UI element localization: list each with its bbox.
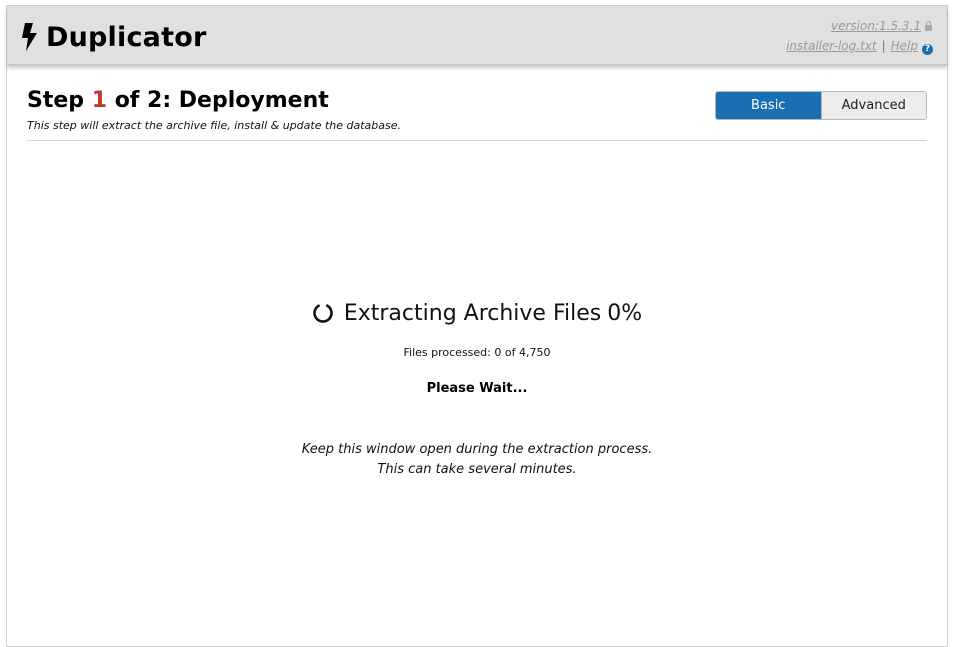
logo: Duplicator	[21, 21, 206, 53]
wait-message: Please Wait...	[426, 381, 528, 396]
note-line-2: This can take several minutes.	[377, 462, 577, 477]
links-row: installer-log.txt | Help?	[786, 36, 933, 56]
progress-percent: 0%	[607, 300, 643, 326]
installer-frame: Duplicator version:1.5.3.1 installer-log…	[6, 5, 948, 647]
step-prefix: Step	[27, 88, 85, 113]
files-processed-count: 0	[494, 346, 502, 359]
bolt-icon	[22, 23, 37, 51]
files-total-count: 4,750	[518, 346, 551, 359]
version-link[interactable]: version:1.5.3.1	[831, 19, 921, 33]
spinner-icon	[313, 303, 333, 323]
progress-title: Extracting Archive Files 0%	[7, 296, 947, 330]
files-processed: Files processed: 0 of 4,750	[7, 346, 947, 359]
step-header: Step 1 of 2: Deployment This step will e…	[27, 88, 927, 141]
files-of: of	[504, 346, 516, 359]
basic-mode-button[interactable]: Basic	[716, 92, 821, 119]
step-number: 1	[91, 88, 108, 113]
header-meta: version:1.5.3.1 installer-log.txt | Help?	[786, 16, 933, 56]
link-separator: |	[881, 39, 886, 53]
mode-toggle: Basic Advanced	[715, 91, 927, 120]
extraction-note: Keep this window open during the extract…	[7, 440, 947, 480]
progress-label: Extracting Archive Files	[343, 300, 602, 326]
version-row: version:1.5.3.1	[786, 16, 933, 36]
files-label: Files processed:	[403, 346, 491, 359]
step-subtitle: This step will extract the archive file,…	[27, 119, 402, 132]
advanced-mode-button[interactable]: Advanced	[820, 92, 926, 119]
note-line-1: Keep this window open during the extract…	[301, 442, 653, 457]
installer-log-link[interactable]: installer-log.txt	[786, 39, 877, 53]
lock-icon	[925, 21, 932, 31]
app-header: Duplicator version:1.5.3.1 installer-log…	[7, 6, 947, 65]
extraction-progress: Extracting Archive Files 0% Files proces…	[7, 296, 947, 480]
help-link[interactable]: Help	[891, 39, 918, 53]
step-suffix: of 2: Deployment	[114, 88, 329, 113]
brand-name: Duplicator	[46, 21, 207, 53]
page-title: Step 1 of 2: Deployment	[27, 88, 329, 113]
help-icon[interactable]: ?	[922, 44, 933, 55]
